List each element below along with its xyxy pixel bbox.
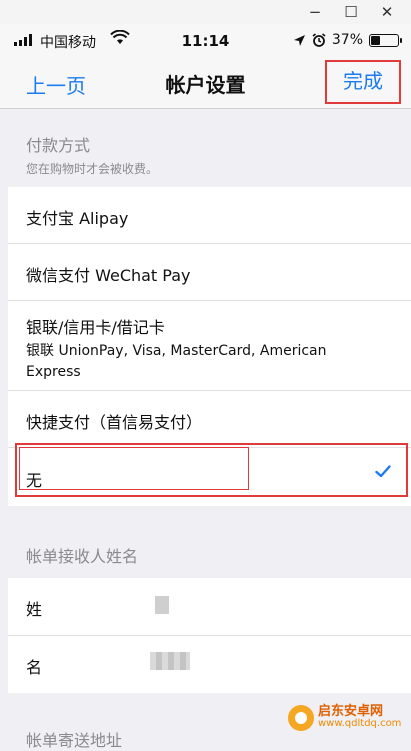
watermark-logo-icon	[288, 704, 314, 731]
payment-option-card[interactable]: 银联/信用卡/借记卡 银联 UnionPay, Visa, MasterCard…	[8, 301, 411, 391]
selection-highlight-inner-box	[19, 447, 249, 490]
watermark-name: 启东安卓网	[318, 703, 384, 719]
payment-option-wechat[interactable]: 微信支付 WeChat Pay	[8, 244, 411, 301]
payment-option-label: 支付宝 Alipay	[26, 209, 129, 228]
window-titlebar: − ☐ ✕	[0, 0, 411, 24]
minimize-icon[interactable]: −	[300, 0, 330, 24]
payment-option-alipay[interactable]: 支付宝 Alipay	[8, 187, 411, 244]
alarm-icon	[312, 33, 326, 47]
payment-section-title: 付款方式	[26, 136, 91, 155]
payment-option-quickpay[interactable]: 快捷支付（首信易支付）	[8, 391, 411, 448]
battery-icon	[369, 33, 402, 47]
first-name-label: 名	[26, 658, 43, 677]
last-name-label: 姓	[26, 600, 43, 619]
billing-name-fields: 姓 名	[8, 578, 411, 693]
navigation-bar: 上一页 帐户设置 完成	[0, 58, 411, 109]
checkmark-icon	[375, 465, 391, 478]
last-name-field[interactable]: 姓	[8, 578, 411, 636]
first-name-value-redacted	[150, 652, 190, 670]
billing-address-section-header: 帐单寄送地址	[26, 727, 122, 751]
billing-name-section-title: 帐单接收人姓名	[26, 547, 139, 566]
payment-option-label: 银联/信用卡/借记卡	[26, 318, 165, 337]
payment-option-label: 快捷支付（首信易支付）	[26, 413, 203, 432]
last-name-value-redacted	[155, 596, 169, 614]
payment-section-header: 付款方式 您在购物时才会被收费。	[26, 132, 158, 177]
maximize-icon[interactable]: ☐	[336, 0, 366, 24]
site-watermark: 启东安卓网 www.qdltdq.com	[288, 696, 411, 739]
payment-option-label: 微信支付 WeChat Pay	[26, 266, 191, 285]
billing-address-section-title: 帐单寄送地址	[26, 731, 123, 750]
done-button[interactable]: 完成	[325, 60, 401, 104]
billing-name-section-header: 帐单接收人姓名	[26, 543, 138, 567]
status-bar: 中国移动 11:14 37%	[0, 24, 411, 58]
payment-section-subtitle: 您在购物时才会被收费。	[26, 162, 159, 176]
battery-percent: 37%	[331, 32, 363, 48]
payment-option-card-networks: 银联 UnionPay, Visa, MasterCard, American	[26, 343, 327, 359]
watermark-url: www.qdltdq.com	[318, 717, 402, 729]
first-name-field[interactable]: 名	[8, 636, 411, 693]
location-icon	[293, 34, 305, 46]
close-icon[interactable]: ✕	[372, 0, 402, 24]
payment-option-card-networks-cont: Express	[26, 364, 81, 380]
